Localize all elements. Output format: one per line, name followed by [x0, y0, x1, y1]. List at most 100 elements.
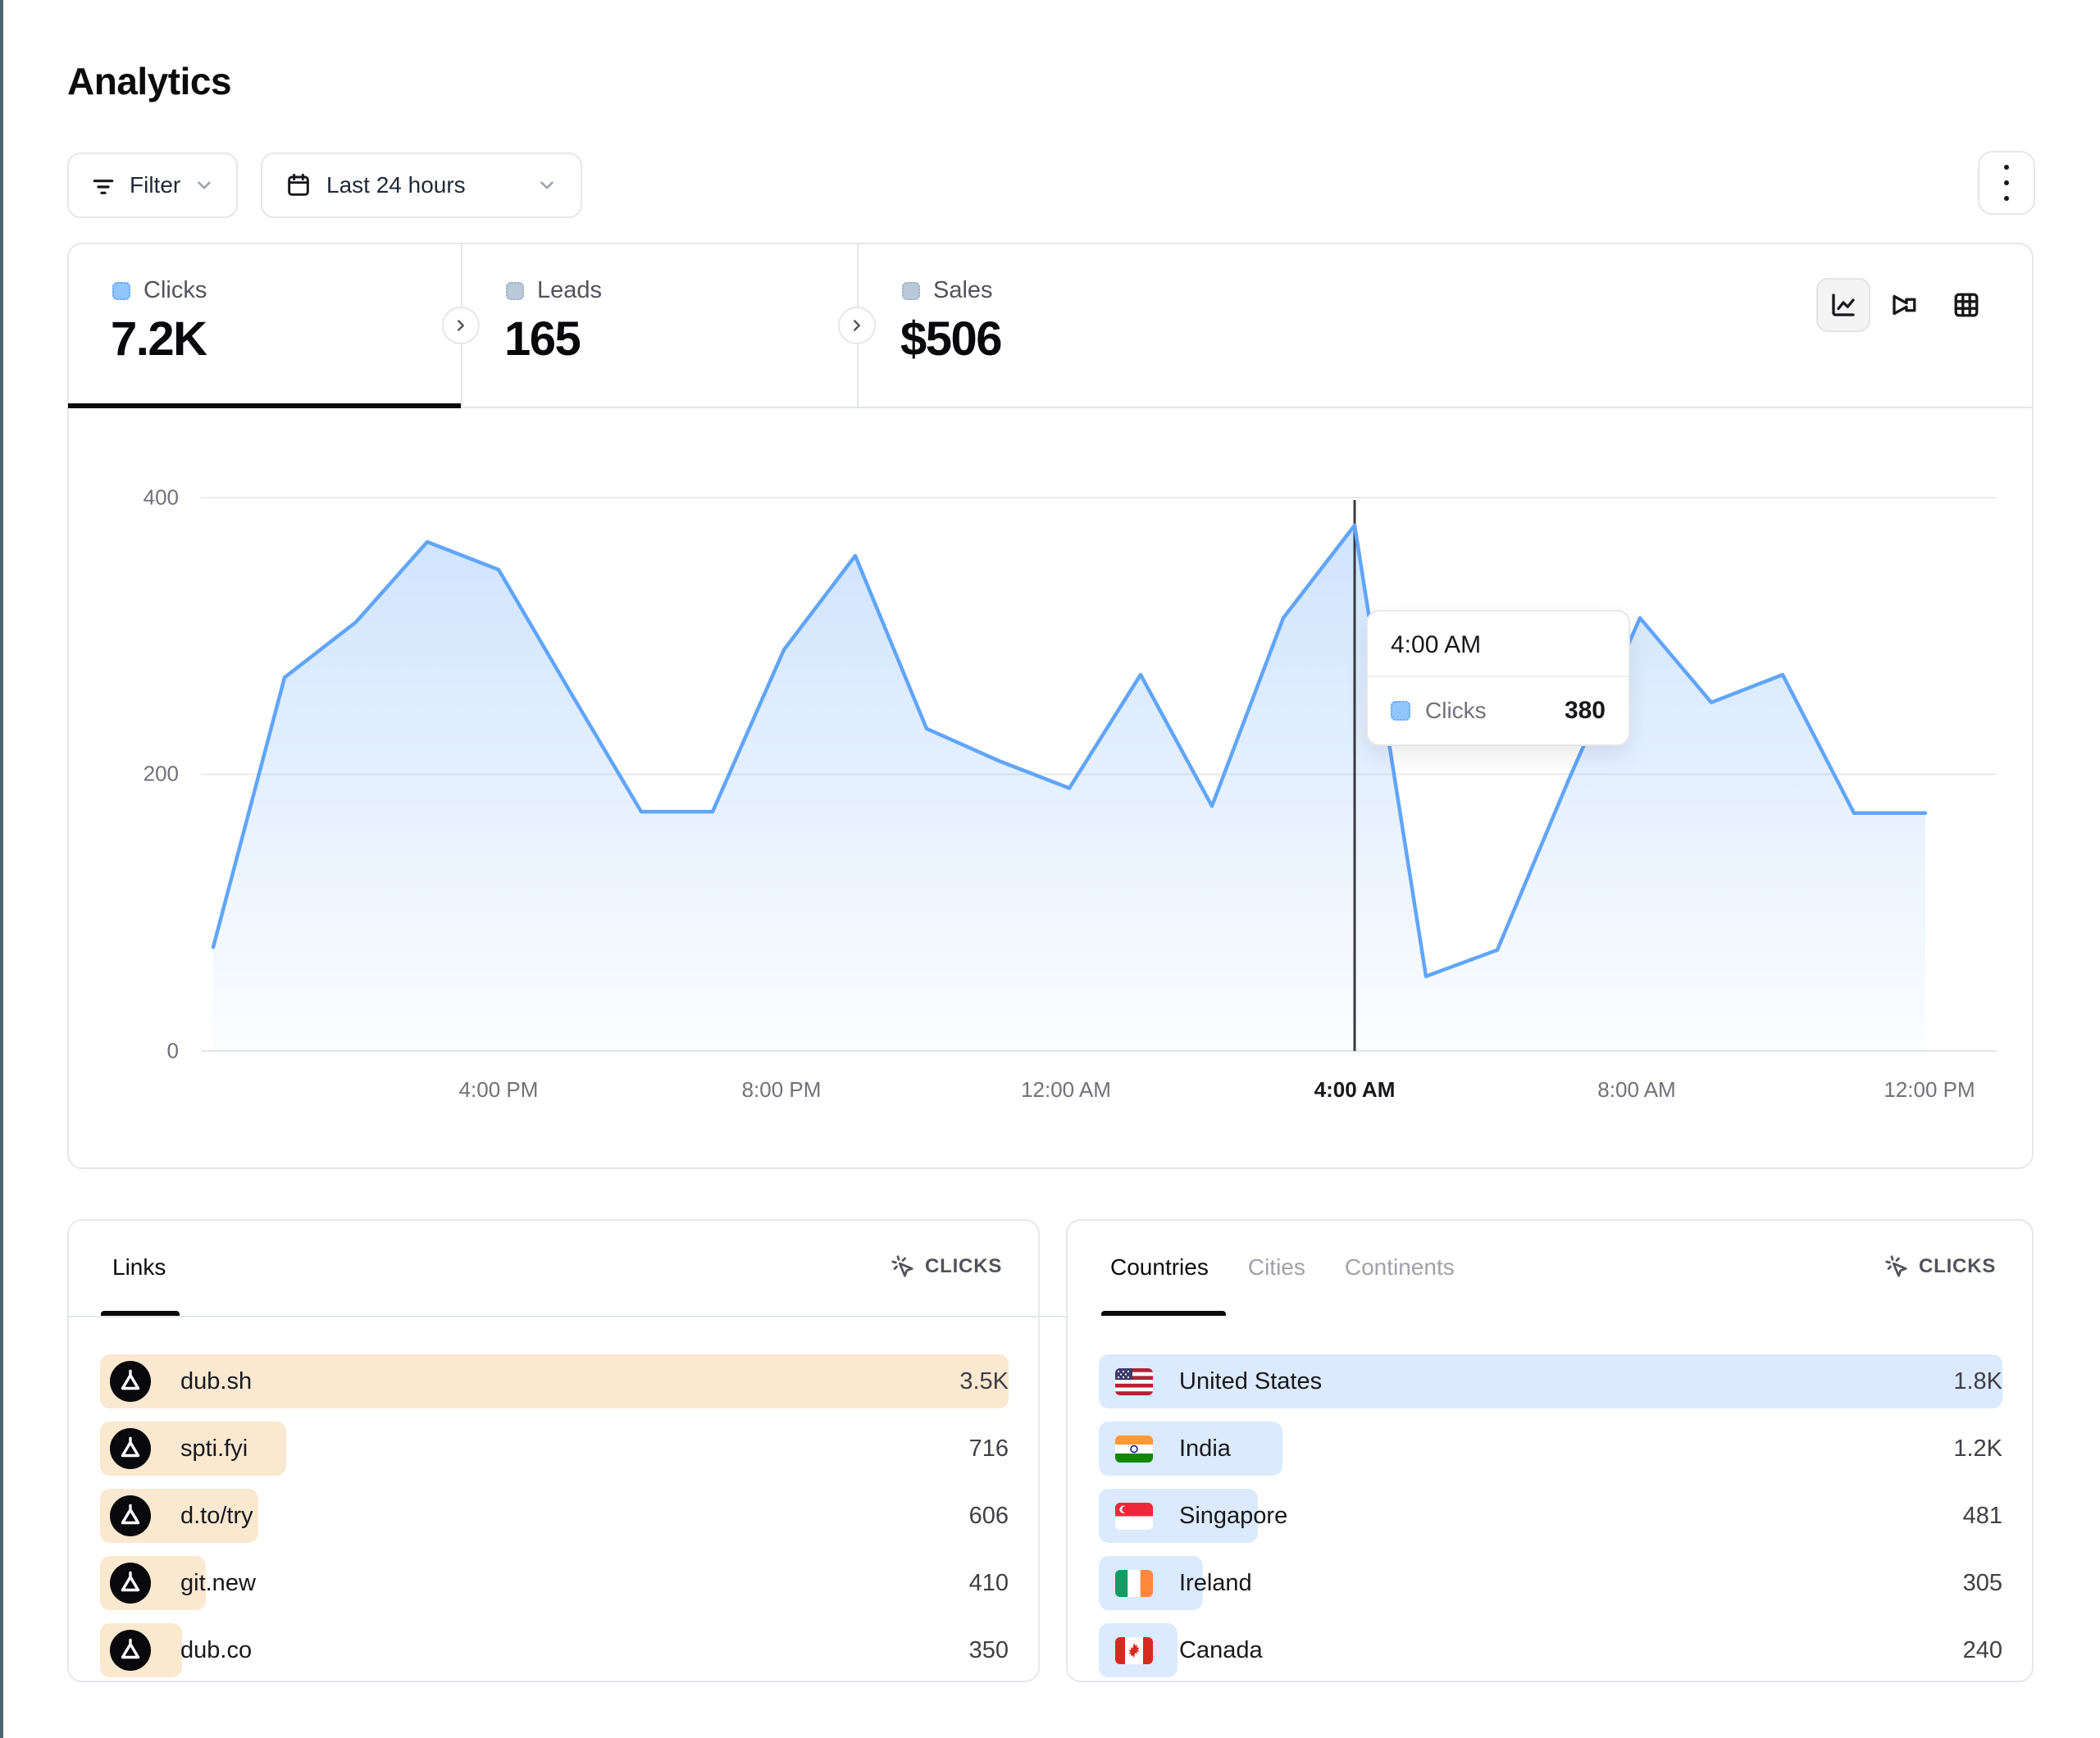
x-tick: 12:00 AM — [1021, 1077, 1111, 1103]
line-chart-icon — [1829, 290, 1858, 320]
page-title: Analytics — [67, 59, 231, 103]
more-options-button[interactable] — [1978, 151, 2035, 215]
link-label: dub.sh — [180, 1368, 252, 1395]
canada-flag-icon — [1115, 1637, 1153, 1664]
table-view-button[interactable] — [1952, 290, 1981, 320]
leads-legend-square — [506, 282, 524, 300]
cursor-click-icon — [1884, 1254, 1909, 1279]
links-metric-label: CLICKS — [925, 1255, 1002, 1278]
link-row[interactable]: spti.fyi 716 — [100, 1422, 1009, 1476]
dub-logo — [110, 1361, 151, 1402]
funnel-view-button[interactable] — [1889, 290, 1919, 320]
filter-icon — [90, 172, 116, 198]
left-edge-divider — [0, 0, 3, 1738]
country-value: 240 — [1963, 1637, 2002, 1664]
filter-button[interactable]: Filter — [67, 152, 238, 218]
country-row[interactable]: Ireland 305 — [1099, 1556, 2002, 1610]
tooltip-value: 380 — [1565, 697, 1606, 725]
link-value: 3.5K — [959, 1368, 1009, 1395]
x-tick-active: 4:00 AM — [1314, 1077, 1396, 1103]
country-label: United States — [1179, 1368, 1322, 1395]
india-flag-icon — [1115, 1435, 1153, 1463]
country-label: Singapore — [1179, 1503, 1287, 1530]
link-value: 350 — [969, 1637, 1009, 1664]
chevron-down-icon — [536, 175, 558, 196]
country-row[interactable]: Canada 240 — [1099, 1623, 2002, 1677]
kebab-menu-icon — [2004, 165, 2009, 170]
leads-label: Leads — [537, 277, 602, 304]
country-row[interactable]: India 1.2K — [1099, 1422, 2002, 1476]
active-tab-underline — [68, 403, 461, 408]
clicks-label: Clicks — [143, 277, 207, 304]
country-label: Ireland — [1179, 1570, 1252, 1597]
chart-tooltip: 4:00 AM Clicks 380 — [1366, 610, 1630, 746]
clicks-legend-square — [112, 282, 130, 300]
sales-legend-square — [902, 282, 920, 300]
cursor-click-icon — [891, 1254, 915, 1279]
x-tick: 8:00 AM — [1597, 1077, 1675, 1103]
us-flag-icon — [1115, 1368, 1153, 1395]
analytics-page: Analytics Filter Last 24 hours Clicks 7.… — [0, 0, 2100, 1738]
dub-logo — [110, 1630, 151, 1671]
tab-cities[interactable]: Cities — [1248, 1254, 1305, 1281]
y-tick-0: 0 — [97, 1039, 179, 1064]
links-tab-underline — [101, 1311, 180, 1316]
link-label: d.to/try — [180, 1503, 253, 1530]
x-tick: 4:00 PM — [459, 1077, 539, 1103]
link-value: 606 — [969, 1503, 1009, 1530]
countries-metric-toggle[interactable]: CLICKS — [1884, 1254, 1996, 1279]
link-row[interactable]: d.to/try 606 — [100, 1489, 1009, 1543]
tab-links[interactable]: Links — [112, 1254, 166, 1281]
link-row[interactable]: dub.sh 3.5K — [100, 1354, 1009, 1408]
dub-logo — [110, 1428, 151, 1469]
chevron-right-icon — [848, 316, 866, 334]
filter-button-label: Filter — [130, 172, 180, 198]
x-tick: 12:00 PM — [1884, 1077, 1975, 1103]
sales-value: $506 — [900, 312, 1001, 366]
tooltip-time: 4:00 AM — [1368, 612, 1629, 677]
link-label: dub.co — [180, 1637, 252, 1664]
links-metric-toggle[interactable]: CLICKS — [891, 1254, 1002, 1279]
countries-tab-underline — [1101, 1311, 1226, 1316]
tab-sales[interactable]: Sales $506 — [859, 244, 1269, 407]
country-row[interactable]: United States 1.8K — [1099, 1354, 2002, 1408]
countries-metric-label: CLICKS — [1919, 1255, 1996, 1278]
table-icon — [1952, 290, 1981, 320]
sales-label: Sales — [933, 277, 993, 304]
country-value: 1.2K — [1953, 1435, 2002, 1463]
tab-countries[interactable]: Countries — [1110, 1254, 1209, 1281]
y-tick-200: 200 — [97, 762, 179, 787]
country-value: 305 — [1963, 1570, 2002, 1597]
clicks-area-chart[interactable] — [201, 475, 1997, 1067]
clicks-value: 7.2K — [111, 312, 207, 366]
tab-leads[interactable]: Leads 165 — [462, 244, 857, 407]
country-row[interactable]: Singapore 481 — [1099, 1489, 2002, 1543]
country-value: 481 — [1963, 1503, 2002, 1530]
country-label: Canada — [1179, 1637, 1263, 1664]
country-value: 1.8K — [1953, 1368, 2002, 1395]
calendar-icon — [285, 172, 312, 198]
chevron-right-icon — [452, 316, 470, 334]
y-tick-400: 400 — [97, 485, 179, 511]
leads-value: 165 — [504, 312, 580, 366]
tooltip-series-label: Clicks — [1425, 698, 1487, 724]
link-value: 716 — [969, 1435, 1009, 1463]
expand-sales-button[interactable] — [838, 307, 876, 344]
tooltip-legend-square — [1391, 701, 1410, 721]
line-chart-view-button[interactable] — [1816, 278, 1870, 332]
link-row[interactable]: dub.co 350 — [100, 1623, 1009, 1677]
chevron-down-icon — [194, 175, 215, 196]
x-tick: 8:00 PM — [742, 1077, 822, 1103]
expand-leads-button[interactable] — [442, 307, 480, 344]
tab-clicks[interactable]: Clicks 7.2K — [69, 244, 461, 407]
country-label: India — [1179, 1435, 1231, 1463]
tab-continents[interactable]: Continents — [1345, 1254, 1455, 1281]
link-label: git.new — [180, 1570, 256, 1597]
link-row[interactable]: git.new 410 — [100, 1556, 1009, 1610]
singapore-flag-icon — [1115, 1503, 1153, 1530]
link-value: 410 — [969, 1570, 1009, 1597]
dub-logo — [110, 1563, 151, 1604]
date-range-label: Last 24 hours — [326, 172, 466, 198]
dub-logo — [110, 1495, 151, 1536]
date-range-button[interactable]: Last 24 hours — [261, 152, 582, 218]
